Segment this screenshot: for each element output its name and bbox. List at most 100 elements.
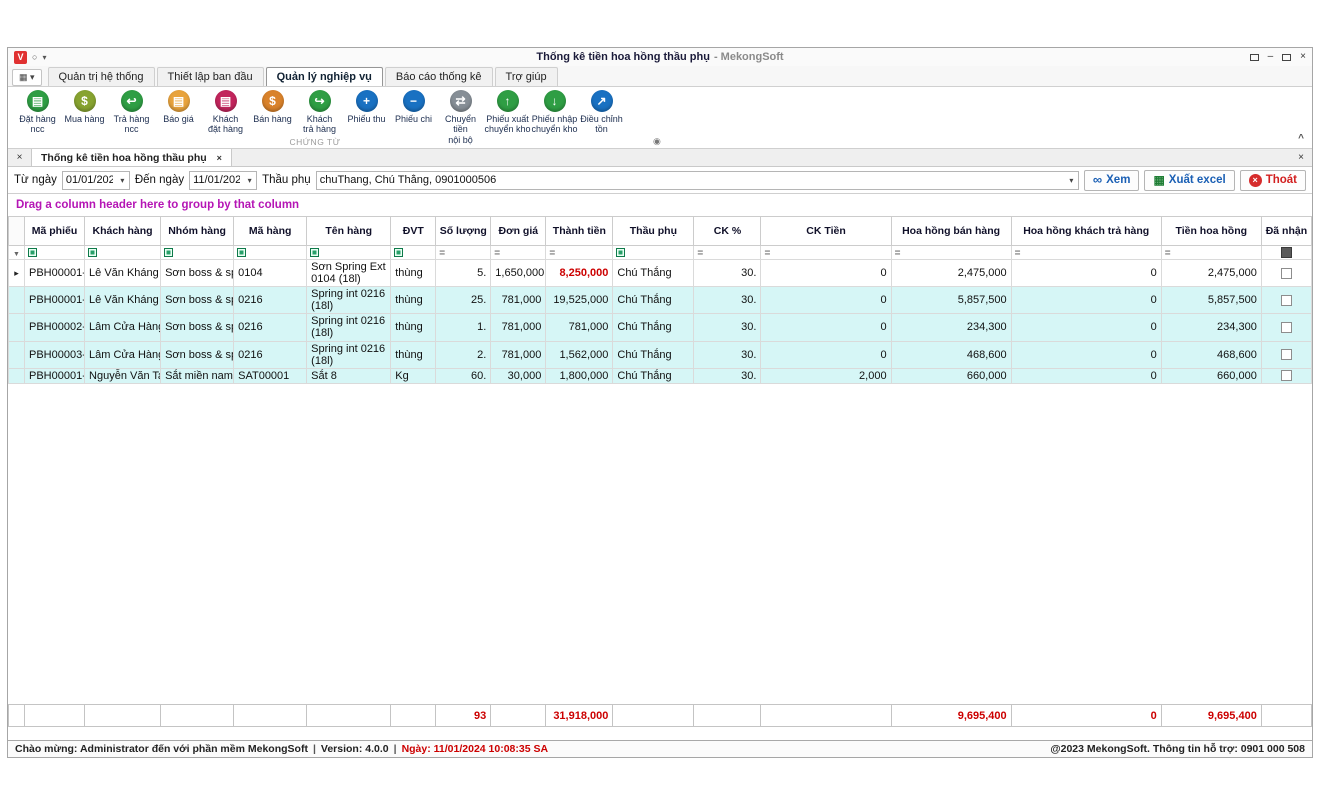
table-row[interactable]: ▸PBH00001-...Lê Văn KhángSơn boss & sp..… <box>9 260 1312 287</box>
filter-cell[interactable]: = <box>546 246 613 260</box>
cell: 60. <box>436 368 491 383</box>
summary-cell <box>234 705 307 727</box>
table-row[interactable]: PBH00003-...Lâm Cửa HàngSơn boss & sp...… <box>9 341 1312 368</box>
equals-filter-icon[interactable]: = <box>494 248 500 259</box>
ribbon-item-label-line: Đặt hàng <box>19 114 56 124</box>
filter-checkbox[interactable] <box>1281 247 1292 258</box>
table-row[interactable]: PBH00002-...Lâm Cửa HàngSơn boss & sp...… <box>9 314 1312 341</box>
subcontractor-input[interactable] <box>317 174 1065 186</box>
restore-icon[interactable] <box>1282 54 1291 61</box>
column-header[interactable]: Mã hàng <box>234 217 307 246</box>
received-checkbox[interactable] <box>1281 349 1292 360</box>
equals-filter-icon[interactable]: = <box>1165 248 1171 259</box>
menu-tab[interactable]: Trợ giúp <box>495 67 558 86</box>
filter-cell[interactable]: = <box>1011 246 1161 260</box>
tab-close-icon[interactable]: × <box>217 153 222 163</box>
group-dialog-launcher-icon[interactable]: ◉ <box>653 136 661 147</box>
filter-cell[interactable] <box>85 246 161 260</box>
exit-button-label: Thoát <box>1266 174 1297 186</box>
filter-cell[interactable] <box>161 246 234 260</box>
equals-filter-icon[interactable]: = <box>549 248 555 259</box>
document-tab[interactable]: Thống kê tiền hoa hồng thầu phụ × <box>32 149 232 166</box>
column-header[interactable]: CK % <box>694 217 761 246</box>
checkbox-cell[interactable] <box>1261 341 1311 368</box>
statusbar-separator: | <box>313 743 316 755</box>
column-header[interactable]: ĐVT <box>391 217 436 246</box>
tabbar-close-icon[interactable]: × <box>1290 149 1312 166</box>
layout-menu-icon[interactable]: ▦ ▾ <box>12 69 42 86</box>
filter-cell[interactable]: = <box>761 246 891 260</box>
cell: PBH00001-... <box>25 260 85 287</box>
filter-cell[interactable]: = <box>491 246 546 260</box>
filter-condition-icon[interactable] <box>394 248 403 257</box>
quick-access-icon[interactable]: ○ <box>32 52 37 62</box>
equals-filter-icon[interactable]: = <box>697 248 703 259</box>
equals-filter-icon[interactable]: = <box>764 248 770 259</box>
column-header[interactable]: Tên hàng <box>307 217 391 246</box>
checkbox-cell[interactable] <box>1261 314 1311 341</box>
checkbox-cell[interactable] <box>1261 287 1311 314</box>
checkbox-cell[interactable] <box>1261 368 1311 383</box>
column-header[interactable]: Đã nhận <box>1261 217 1311 246</box>
received-checkbox[interactable] <box>1281 268 1292 279</box>
cell: thùng <box>391 341 436 368</box>
close-icon[interactable]: × <box>1300 52 1306 62</box>
window-title-suffix: - MekongSoft <box>714 51 784 63</box>
filter-cell[interactable] <box>1261 246 1311 260</box>
chevron-down-icon[interactable]: ▾ <box>116 176 129 185</box>
column-header[interactable]: Đơn giá <box>491 217 546 246</box>
filter-condition-icon[interactable] <box>310 248 319 257</box>
menu-tab[interactable]: Báo cáo thống kê <box>385 67 493 86</box>
filter-cell[interactable] <box>307 246 391 260</box>
table-row[interactable]: PBH00001-...Nguyễn Văn TamSắt miền namSA… <box>9 368 1312 383</box>
column-header[interactable]: Mã phiếu <box>25 217 85 246</box>
column-header[interactable]: Số lượng <box>436 217 491 246</box>
minimize-icon[interactable]: – <box>1268 52 1274 62</box>
column-header[interactable]: Hoa hồng khách trả hàng <box>1011 217 1161 246</box>
from-date-input[interactable] <box>63 174 116 186</box>
column-header[interactable]: Thành tiền <box>546 217 613 246</box>
fullscreen-icon[interactable] <box>1250 54 1259 61</box>
filter-cell[interactable]: = <box>891 246 1011 260</box>
received-checkbox[interactable] <box>1281 322 1292 333</box>
menu-tab[interactable]: Quản lý nghiệp vụ <box>266 67 383 86</box>
column-header[interactable]: Nhóm hàng <box>161 217 234 246</box>
equals-filter-icon[interactable]: = <box>1015 248 1021 259</box>
filter-cell[interactable] <box>234 246 307 260</box>
export-excel-button[interactable]: ▦ Xuất excel <box>1144 170 1234 191</box>
filter-cell[interactable]: = <box>694 246 761 260</box>
chevron-down-icon[interactable]: ▾ <box>243 176 256 185</box>
filter-cell[interactable]: = <box>1161 246 1261 260</box>
received-checkbox[interactable] <box>1281 370 1292 381</box>
table-row[interactable]: PBH00001-...Lê Văn KhángSơn boss & sp...… <box>9 287 1312 314</box>
filter-cell[interactable]: = <box>436 246 491 260</box>
column-header[interactable]: Thầu phụ <box>613 217 694 246</box>
to-date-input[interactable] <box>190 174 243 186</box>
close-all-tabs-icon[interactable]: × <box>8 149 32 166</box>
column-header[interactable]: Tiền hoa hồng <box>1161 217 1261 246</box>
filter-condition-icon[interactable] <box>237 248 246 257</box>
filter-condition-icon[interactable] <box>164 248 173 257</box>
cell: 234,300 <box>1161 314 1261 341</box>
menu-tab[interactable]: Quản trị hệ thống <box>48 67 155 86</box>
filter-condition-icon[interactable] <box>616 248 625 257</box>
filter-cell[interactable] <box>391 246 436 260</box>
filter-cell[interactable] <box>613 246 694 260</box>
ribbon-collapse-icon[interactable]: ^ <box>1298 133 1304 144</box>
exit-button[interactable]: × Thoát <box>1240 170 1306 191</box>
filter-condition-icon[interactable] <box>88 248 97 257</box>
view-button[interactable]: ∞ Xem <box>1084 170 1140 191</box>
received-checkbox[interactable] <box>1281 295 1292 306</box>
chevron-down-icon[interactable]: ▾ <box>1065 176 1078 185</box>
column-header[interactable]: CK Tiền <box>761 217 891 246</box>
subcontractor-combo: ▾ <box>316 171 1079 190</box>
column-header[interactable]: Khách hàng <box>85 217 161 246</box>
equals-filter-icon[interactable]: = <box>895 248 901 259</box>
menu-tab[interactable]: Thiết lập ban đầu <box>157 67 264 86</box>
titlebar-dropdown-icon[interactable]: ▾ <box>42 53 46 62</box>
column-header[interactable]: Hoa hồng bán hàng <box>891 217 1011 246</box>
equals-filter-icon[interactable]: = <box>439 248 445 259</box>
filter-condition-icon[interactable] <box>28 248 37 257</box>
filter-cell[interactable] <box>25 246 85 260</box>
checkbox-cell[interactable] <box>1261 260 1311 287</box>
